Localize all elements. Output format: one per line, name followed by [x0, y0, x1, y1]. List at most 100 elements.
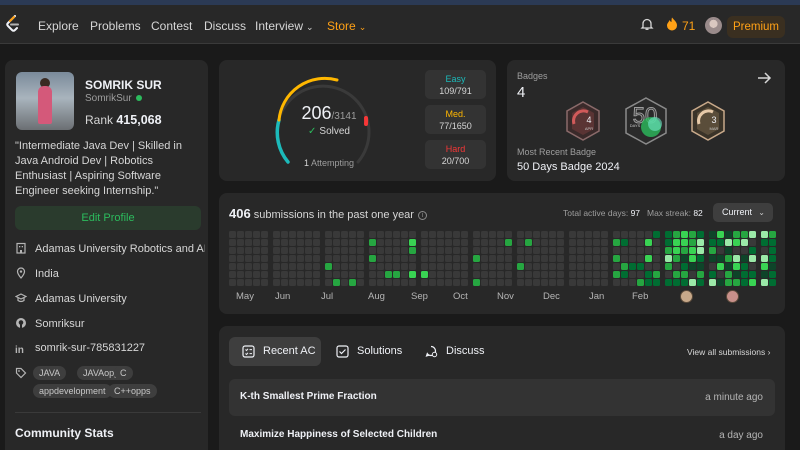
heatmap-cell[interactable] — [505, 255, 512, 262]
heatmap-cell[interactable] — [245, 231, 252, 238]
heatmap-cell[interactable] — [725, 271, 732, 278]
heatmap-cell[interactable] — [645, 255, 652, 262]
heatmap-cell[interactable] — [409, 279, 416, 286]
heatmap-cell[interactable] — [369, 263, 376, 270]
heatmap-cell[interactable] — [653, 263, 660, 270]
heatmap-cell[interactable] — [481, 239, 488, 246]
heatmap-cell[interactable] — [313, 239, 320, 246]
heatmap-cell[interactable] — [601, 263, 608, 270]
heatmap-cell[interactable] — [541, 231, 548, 238]
heatmap-cell[interactable] — [273, 271, 280, 278]
heatmap-cell[interactable] — [313, 255, 320, 262]
skill-tag[interactable]: appdevelopment — [33, 384, 112, 398]
heatmap-cell[interactable] — [733, 263, 740, 270]
heatmap-cell[interactable] — [385, 279, 392, 286]
heatmap-cell[interactable] — [445, 231, 452, 238]
heatmap-cell[interactable] — [409, 263, 416, 270]
heatmap-cell[interactable] — [541, 271, 548, 278]
heatmap-cell[interactable] — [725, 279, 732, 286]
heatmap-cell[interactable] — [601, 255, 608, 262]
heatmap-cell[interactable] — [593, 279, 600, 286]
heatmap-cell[interactable] — [733, 271, 740, 278]
heatmap-cell[interactable] — [385, 239, 392, 246]
heatmap-cell[interactable] — [525, 231, 532, 238]
heatmap-cell[interactable] — [749, 239, 756, 246]
heatmap-cell[interactable] — [613, 239, 620, 246]
heatmap-cell[interactable] — [237, 255, 244, 262]
heatmap-cell[interactable] — [297, 279, 304, 286]
heatmap-cell[interactable] — [421, 255, 428, 262]
heatmap-cell[interactable] — [577, 271, 584, 278]
heatmap-cell[interactable] — [681, 247, 688, 254]
heatmap-cell[interactable] — [377, 255, 384, 262]
heatmap-cell[interactable] — [385, 255, 392, 262]
heatmap-cell[interactable] — [245, 255, 252, 262]
heatmap-cell[interactable] — [489, 255, 496, 262]
heatmap-cell[interactable] — [629, 271, 636, 278]
heatmap-cell[interactable] — [369, 231, 376, 238]
heatmap-cell[interactable] — [585, 247, 592, 254]
heatmap-cell[interactable] — [749, 279, 756, 286]
heatmap-cell[interactable] — [577, 255, 584, 262]
heatmap-cell[interactable] — [437, 255, 444, 262]
heatmap-cell[interactable] — [281, 271, 288, 278]
heatmap-cell[interactable] — [673, 271, 680, 278]
heatmap-cell[interactable] — [697, 231, 704, 238]
heatmap-cell[interactable] — [401, 247, 408, 254]
heatmap-cell[interactable] — [497, 231, 504, 238]
heatmap-cell[interactable] — [613, 231, 620, 238]
heatmap-cell[interactable] — [409, 239, 416, 246]
heatmap-cell[interactable] — [481, 263, 488, 270]
heatmap-cell[interactable] — [629, 231, 636, 238]
heatmap-cell[interactable] — [689, 255, 696, 262]
heatmap-cell[interactable] — [557, 263, 564, 270]
heatmap-cell[interactable] — [637, 255, 644, 262]
heatmap-cell[interactable] — [229, 231, 236, 238]
heatmap-cell[interactable] — [325, 263, 332, 270]
heatmap-cell[interactable] — [253, 279, 260, 286]
heatmap-cell[interactable] — [473, 255, 480, 262]
heatmap-cell[interactable] — [445, 247, 452, 254]
heatmap-cell[interactable] — [453, 239, 460, 246]
heatmap-cell[interactable] — [585, 239, 592, 246]
heatmap-cell[interactable] — [297, 263, 304, 270]
heatmap-cell[interactable] — [305, 247, 312, 254]
nav-interview[interactable]: Interview ⌄ — [255, 19, 314, 33]
heatmap-cell[interactable] — [557, 231, 564, 238]
mar-badge-icon[interactable] — [680, 290, 693, 303]
heatmap-cell[interactable] — [653, 247, 660, 254]
heatmap-cell[interactable] — [305, 255, 312, 262]
heatmap-cell[interactable] — [637, 247, 644, 254]
heatmap-cell[interactable] — [445, 255, 452, 262]
heatmap-cell[interactable] — [741, 231, 748, 238]
heatmap-cell[interactable] — [445, 279, 452, 286]
heatmap-cell[interactable] — [437, 239, 444, 246]
heatmap-cell[interactable] — [369, 271, 376, 278]
heatmap-cell[interactable] — [629, 279, 636, 286]
heatmap-cell[interactable] — [577, 231, 584, 238]
heatmap-cell[interactable] — [461, 247, 468, 254]
heatmap-cell[interactable] — [229, 247, 236, 254]
heatmap-cell[interactable] — [281, 247, 288, 254]
heatmap-cell[interactable] — [481, 279, 488, 286]
heatmap-cell[interactable] — [281, 279, 288, 286]
difficulty-medium[interactable]: Med. 77/1650 — [425, 105, 486, 134]
heatmap-cell[interactable] — [769, 247, 776, 254]
heatmap-cell[interactable] — [497, 247, 504, 254]
heatmap-cell[interactable] — [557, 239, 564, 246]
heatmap-cell[interactable] — [557, 271, 564, 278]
heatmap-cell[interactable] — [261, 231, 268, 238]
heatmap-cell[interactable] — [689, 263, 696, 270]
heatmap-cell[interactable] — [481, 255, 488, 262]
heatmap-cell[interactable] — [569, 255, 576, 262]
heatmap-cell[interactable] — [653, 279, 660, 286]
heatmap-cell[interactable] — [237, 263, 244, 270]
heatmap-cell[interactable] — [697, 271, 704, 278]
heatmap-cell[interactable] — [437, 247, 444, 254]
heatmap-cell[interactable] — [621, 279, 628, 286]
heatmap-cell[interactable] — [409, 247, 416, 254]
heatmap-cell[interactable] — [601, 231, 608, 238]
heatmap-cell[interactable] — [601, 239, 608, 246]
heatmap-cell[interactable] — [681, 279, 688, 286]
heatmap-cell[interactable] — [505, 231, 512, 238]
